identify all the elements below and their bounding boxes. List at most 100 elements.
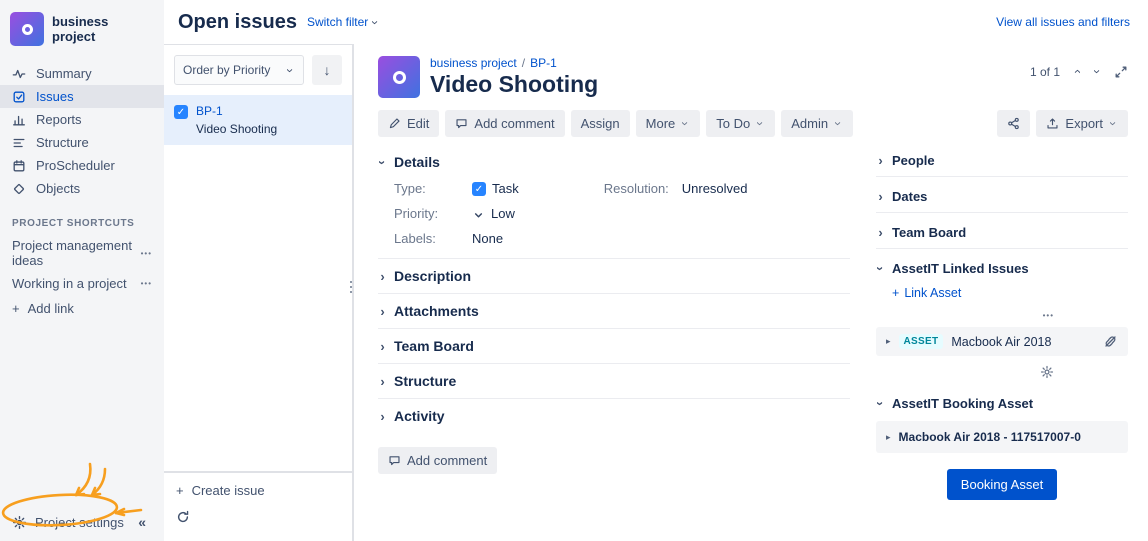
assetit-linked-issues-header[interactable]: › AssetIT Linked Issues — [876, 253, 1128, 284]
breadcrumb-issue-key[interactable]: BP-1 — [530, 56, 557, 70]
assetit-linked-issues-heading: AssetIT Linked Issues — [892, 261, 1029, 276]
add-comment-label: Add comment — [474, 116, 554, 131]
shortcut-project-management-ideas[interactable]: Project management ideas ••• — [0, 234, 164, 272]
chevron-down-icon: › — [831, 119, 846, 128]
create-issue-button[interactable]: + Create issue — [176, 483, 340, 498]
share-button[interactable] — [997, 110, 1030, 137]
booking-asset-button[interactable]: Booking Asset — [947, 469, 1057, 500]
expand-icon[interactable] — [1114, 65, 1128, 79]
team-board-section: › Team Board — [378, 328, 850, 363]
dates-module-header[interactable]: › Dates — [876, 181, 1128, 212]
order-by-value: Order by Priority — [183, 63, 270, 77]
issue-list-item[interactable]: ✓ BP-1 Video Shooting — [164, 95, 352, 145]
sidebar-collapse-button[interactable]: « — [132, 513, 152, 531]
expand-toggle-icon[interactable]: ▸ — [886, 336, 891, 347]
admin-menu-button[interactable]: Admin › — [781, 110, 853, 137]
previous-issue-icon[interactable]: › — [1069, 67, 1084, 76]
linked-issues-more-row: ••• — [876, 304, 1128, 327]
next-issue-icon[interactable]: › — [1090, 67, 1105, 76]
shortcut-more-icon[interactable]: ••• — [141, 279, 152, 288]
export-button[interactable]: Export › — [1036, 110, 1128, 137]
booking-asset-row[interactable]: ▸ Macbook Air 2018 - 117517007-0 — [876, 421, 1128, 453]
more-menu-button[interactable]: More › — [636, 110, 701, 137]
breadcrumb-project[interactable]: business project — [430, 56, 517, 70]
chevron-right-icon: › — [378, 304, 387, 319]
assign-button[interactable]: Assign — [571, 110, 630, 137]
refresh-row — [164, 502, 352, 541]
panel-resize-handle-icon[interactable] — [350, 281, 352, 293]
project-name: business project — [52, 14, 154, 44]
sidebar-item-objects[interactable]: Objects — [0, 177, 164, 200]
chevron-down-icon: › — [678, 119, 693, 128]
attachments-section-header[interactable]: › Attachments — [378, 294, 850, 328]
breadcrumb-separator: / — [522, 56, 525, 70]
switch-filter-label: Switch filter — [307, 15, 368, 29]
order-by-select[interactable]: Order by Priority › — [174, 55, 304, 85]
switch-filter-link[interactable]: Switch filter › — [307, 15, 380, 30]
unlink-asset-icon[interactable] — [1103, 334, 1118, 349]
project-shortcuts-header: PROJECT SHORTCUTS — [0, 218, 164, 234]
add-comment-button[interactable]: Add comment — [445, 110, 564, 137]
project-header: business project — [0, 12, 164, 46]
assetit-booking-header[interactable]: › AssetIT Booking Asset — [876, 388, 1128, 419]
structure-icon — [12, 136, 26, 150]
gear-icon[interactable] — [1040, 365, 1054, 379]
export-label: Export — [1065, 116, 1103, 131]
people-module: › People — [876, 145, 1128, 177]
people-module-header[interactable]: › People — [876, 145, 1128, 176]
view-all-issues-link[interactable]: View all issues and filters — [996, 15, 1130, 29]
shortcut-working-in-a-project[interactable]: Working in a project ••• — [0, 272, 164, 295]
people-heading: People — [892, 153, 935, 168]
team-board-section-header[interactable]: › Team Board — [378, 329, 850, 363]
create-issue-label: Create issue — [192, 483, 265, 498]
structure-section-header[interactable]: › Structure — [378, 364, 850, 398]
edit-button[interactable]: Edit — [378, 110, 439, 137]
description-section-header[interactable]: › Description — [378, 259, 850, 293]
add-link-button[interactable]: + Add link — [0, 295, 164, 322]
priority-value-text: Low — [491, 206, 515, 221]
chevron-right-icon: › — [378, 339, 387, 354]
sidebar-nav: Summary Issues Reports Structure ProSche… — [0, 62, 164, 200]
link-asset-label: Link Asset — [904, 286, 961, 300]
details-section-header[interactable]: › Details — [378, 145, 850, 179]
activity-heading: Activity — [394, 408, 445, 424]
linked-asset-name: Macbook Air 2018 — [951, 335, 1051, 349]
detail-right-column: › People › Dates › — [876, 145, 1128, 504]
structure-section: › Structure — [378, 363, 850, 398]
team-board-module-header[interactable]: › Team Board — [876, 217, 1128, 248]
more-actions-icon[interactable]: ••• — [1043, 311, 1054, 320]
shortcut-label: Working in a project — [12, 276, 127, 291]
field-priority-value: Low — [472, 206, 515, 221]
issue-pager: 1 of 1 › › — [1030, 56, 1128, 79]
sidebar-item-structure[interactable]: Structure — [0, 131, 164, 154]
status-dropdown-button[interactable]: To Do › — [706, 110, 775, 137]
priority-low-icon — [472, 207, 485, 220]
issue-summary: Video Shooting — [196, 122, 277, 136]
sidebar-item-reports[interactable]: Reports — [0, 108, 164, 131]
sidebar-item-proscheduler[interactable]: ProScheduler — [0, 154, 164, 177]
refresh-icon[interactable] — [176, 510, 190, 524]
details-fields-right: Resolution: Unresolved — [604, 181, 814, 246]
sort-direction-button[interactable]: ↓ — [312, 55, 342, 85]
reports-icon — [12, 113, 26, 127]
link-asset-button[interactable]: + Link Asset — [876, 284, 1128, 304]
description-heading: Description — [394, 268, 471, 284]
dates-heading: Dates — [892, 189, 927, 204]
shortcut-more-icon[interactable]: ••• — [141, 249, 152, 258]
export-icon — [1046, 117, 1059, 130]
field-labels: Labels: None — [394, 231, 604, 246]
add-comment-footer-button[interactable]: Add comment — [378, 447, 497, 474]
sidebar-item-label: Reports — [36, 112, 82, 127]
expand-toggle-icon[interactable]: ▸ — [886, 432, 891, 443]
sidebar-item-issues[interactable]: Issues — [0, 85, 164, 108]
sidebar-item-summary[interactable]: Summary — [0, 62, 164, 85]
sidebar-item-label: Objects — [36, 181, 80, 196]
issue-header-text: business project / BP-1 Video Shooting — [430, 56, 598, 98]
project-sidebar: business project Summary Issues Reports … — [0, 0, 164, 541]
structure-heading: Structure — [394, 373, 456, 389]
activity-section-header[interactable]: › Activity — [378, 399, 850, 433]
project-settings-label[interactable]: Project settings — [35, 515, 124, 530]
linked-asset-row[interactable]: ▸ ASSET Macbook Air 2018 — [876, 327, 1128, 356]
chevron-down-icon: › — [753, 119, 768, 128]
page-title: Open issues — [178, 11, 297, 34]
